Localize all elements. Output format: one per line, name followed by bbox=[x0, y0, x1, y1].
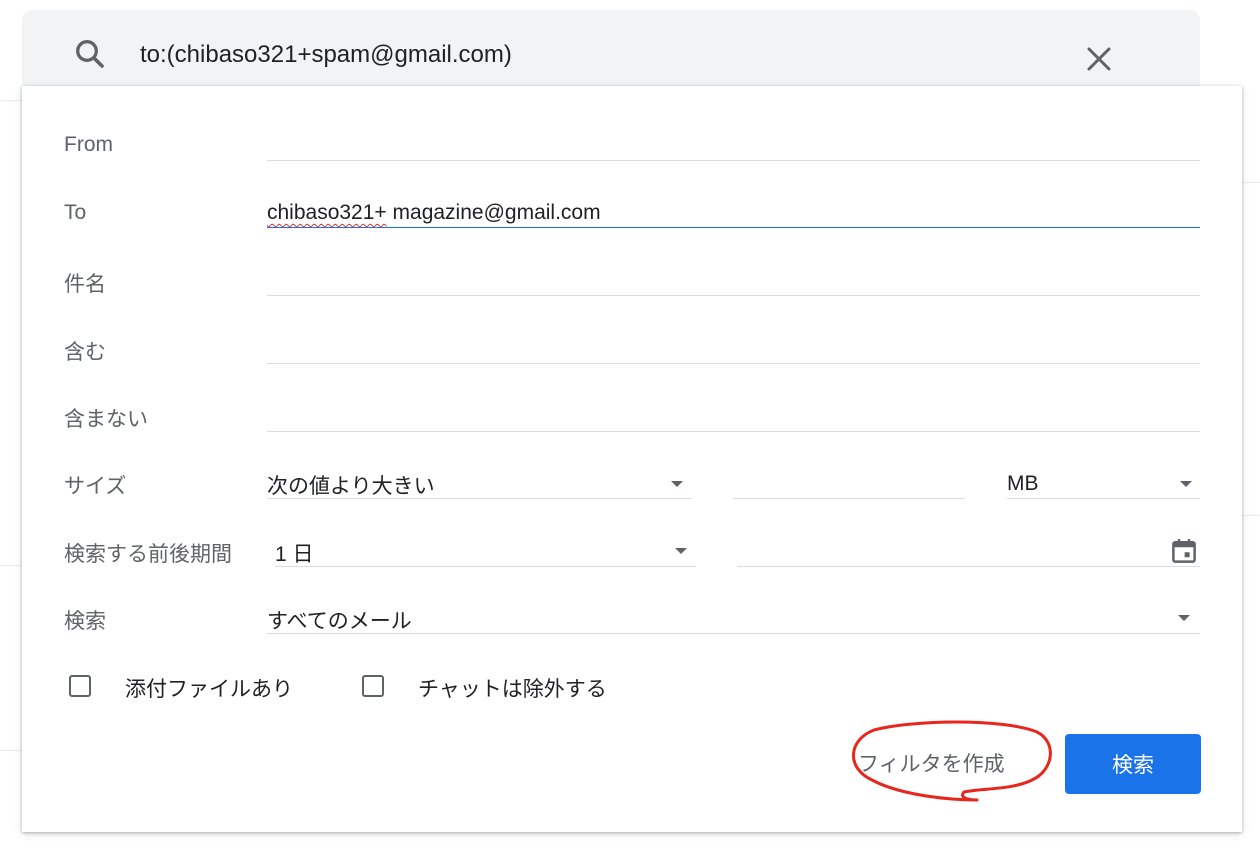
size-unit-underline[interactable] bbox=[1007, 498, 1200, 499]
background-divider bbox=[0, 565, 22, 566]
exclude-chats-checkbox[interactable] bbox=[362, 675, 384, 697]
annotation-circle bbox=[852, 720, 1052, 802]
subject-label: 件名 bbox=[64, 273, 106, 296]
size-label: サイズ bbox=[64, 475, 127, 498]
chevron-down-icon[interactable] bbox=[675, 548, 687, 554]
doesnt-have-field-underline[interactable] bbox=[267, 431, 1200, 432]
has-attachment-label[interactable]: 添付ファイルあり bbox=[125, 673, 293, 703]
search-input[interactable]: to:(chibaso321+spam@gmail.com) bbox=[140, 41, 512, 69]
chevron-down-icon[interactable] bbox=[1180, 481, 1192, 487]
from-field-underline[interactable] bbox=[267, 160, 1200, 161]
has-attachment-checkbox[interactable] bbox=[69, 675, 91, 697]
search-icon[interactable] bbox=[72, 36, 108, 72]
background-divider bbox=[1242, 515, 1260, 516]
search-in-underline[interactable] bbox=[267, 633, 1200, 634]
search-bar[interactable]: to:(chibaso321+spam@gmail.com) bbox=[22, 10, 1200, 86]
advanced-search-panel: From To chibaso321+ magazine@gmail.com 件… bbox=[22, 86, 1242, 832]
has-words-label: 含む bbox=[64, 341, 106, 364]
has-words-field-underline[interactable] bbox=[267, 363, 1200, 364]
exclude-chats-label[interactable]: チャットは除外する bbox=[418, 673, 607, 703]
subject-field-underline[interactable] bbox=[267, 295, 1200, 296]
doesnt-have-label: 含まない bbox=[64, 408, 148, 431]
to-field-suffix: magazine@gmail.com bbox=[386, 201, 601, 224]
size-operator-underline[interactable] bbox=[267, 498, 692, 499]
search-in-label: 検索 bbox=[64, 610, 106, 633]
background-divider bbox=[1242, 182, 1260, 183]
background-divider bbox=[0, 100, 22, 101]
chevron-down-icon[interactable] bbox=[1178, 615, 1190, 621]
to-label: To bbox=[64, 201, 87, 224]
size-unit-select[interactable]: MB bbox=[1007, 472, 1039, 496]
date-input-underline[interactable] bbox=[737, 566, 1200, 567]
from-label: From bbox=[64, 133, 113, 156]
search-button[interactable]: 検索 bbox=[1065, 734, 1201, 794]
date-within-underline[interactable] bbox=[275, 566, 696, 567]
to-field-underline[interactable] bbox=[267, 227, 1200, 228]
date-within-label: 検索する前後期間 bbox=[64, 543, 232, 566]
chevron-down-icon[interactable] bbox=[671, 481, 683, 487]
close-icon[interactable] bbox=[1084, 44, 1114, 74]
date-within-select[interactable]: 1 日 bbox=[275, 538, 314, 568]
size-value-underline[interactable] bbox=[733, 498, 965, 499]
to-field[interactable]: chibaso321+ magazine@gmail.com bbox=[267, 201, 601, 225]
search-in-select[interactable]: すべてのメール bbox=[267, 605, 412, 635]
size-operator-select[interactable]: 次の値より大きい bbox=[267, 470, 435, 500]
background-divider bbox=[0, 750, 22, 751]
to-field-prefix: chibaso321+ bbox=[267, 201, 387, 224]
calendar-icon[interactable] bbox=[1169, 536, 1199, 566]
